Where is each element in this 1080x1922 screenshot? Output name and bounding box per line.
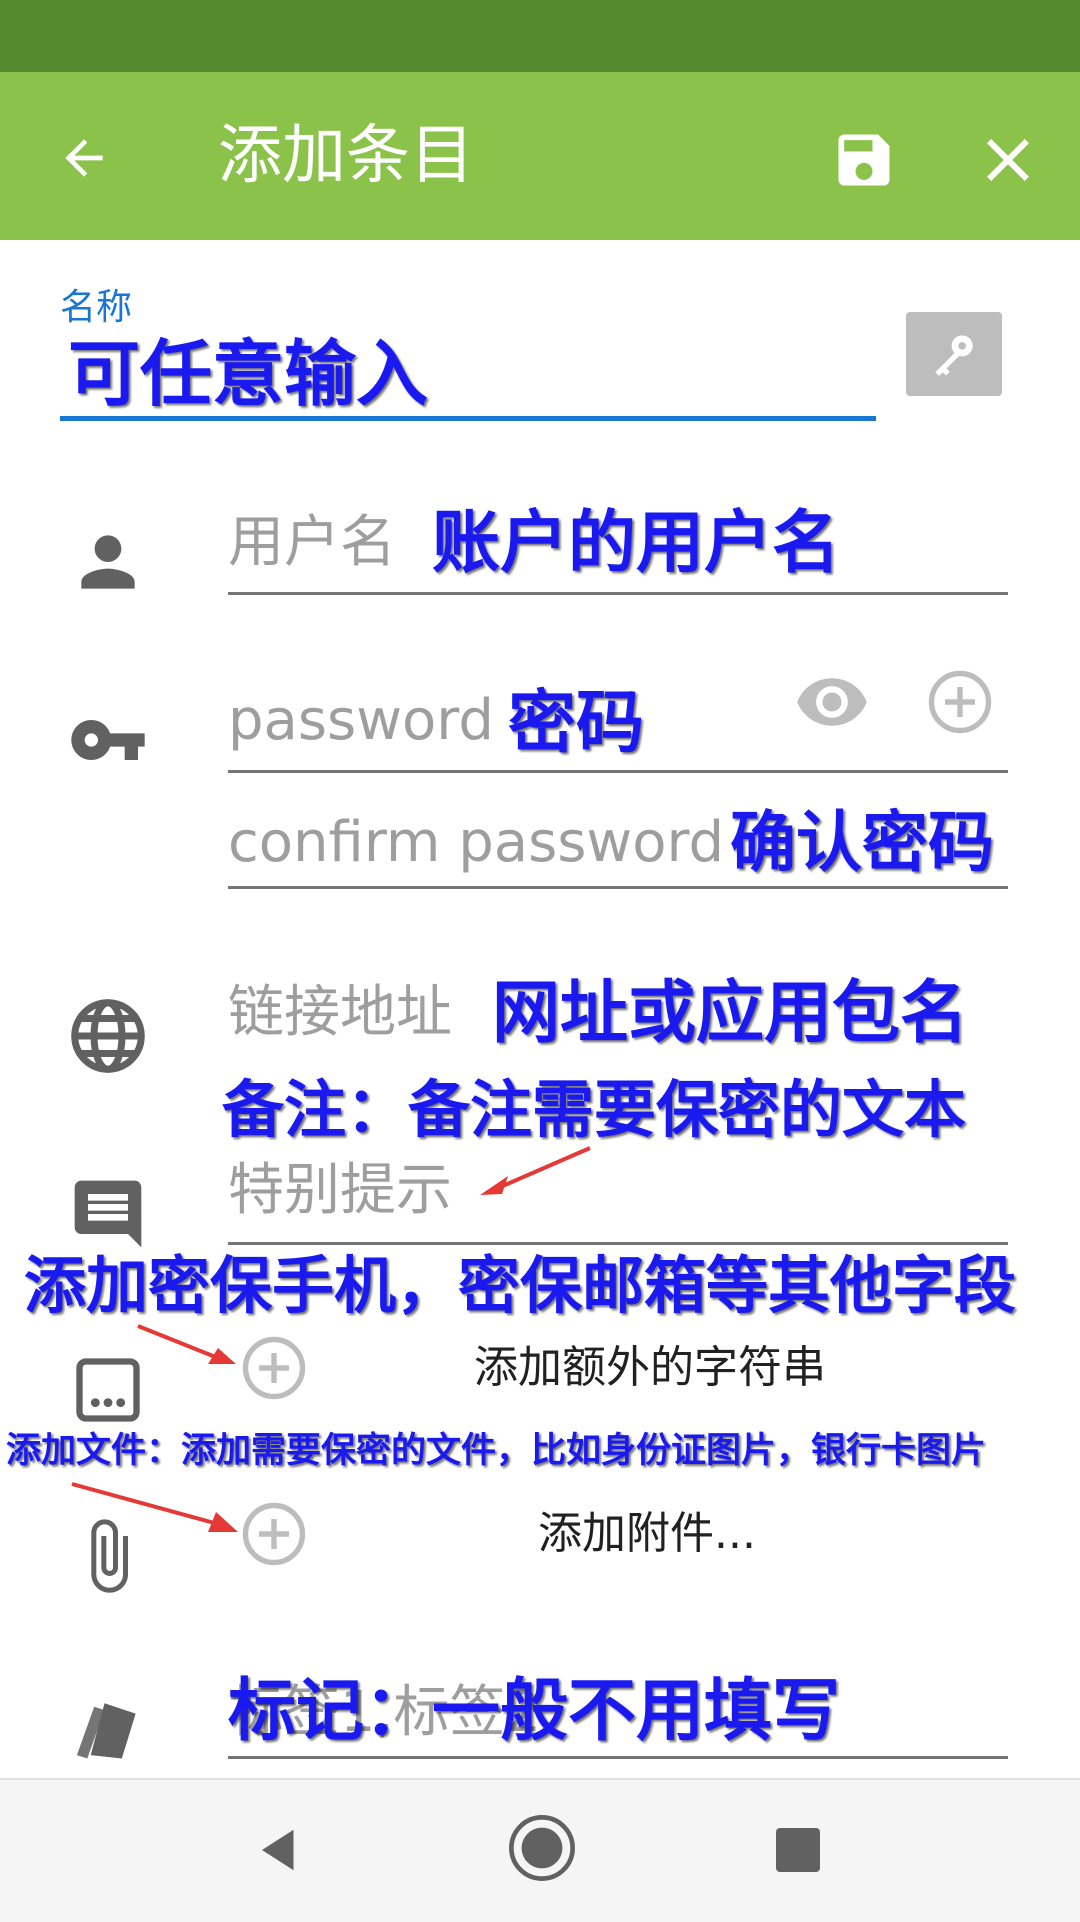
url-input[interactable]: 链接地址 — [228, 978, 452, 1048]
add-circle-icon — [242, 1336, 306, 1400]
eye-icon — [797, 678, 867, 726]
nav-recents-button[interactable] — [758, 1810, 838, 1890]
username-input[interactable]: 用户名 — [228, 508, 396, 578]
close-icon — [987, 139, 1029, 181]
globe-icon — [71, 999, 145, 1073]
password-input[interactable]: password — [228, 686, 494, 756]
tags-annotation: 标记：一般不用填写 — [228, 1671, 841, 1751]
confirm-password-annotation: 确认密码 — [730, 803, 994, 881]
add-attachment-label[interactable]: 添加附件... — [538, 1506, 756, 1562]
extra-strings-arrow — [137, 1324, 236, 1364]
username-annotation: 账户的用户名 — [432, 503, 841, 583]
name-annotation: 可任意输入 — [68, 331, 429, 416]
page-title: 添加条目 — [218, 119, 474, 193]
name-input-underline[interactable] — [60, 416, 876, 421]
add-extra-string-button[interactable] — [234, 1330, 314, 1406]
nav-home-button[interactable] — [500, 1806, 584, 1890]
username-underline — [228, 592, 1008, 595]
circle-home-icon — [509, 1815, 575, 1881]
attachments-annotation: 添加文件：添加需要保密的文件，比如身份证图片，银行卡图片 — [6, 1430, 987, 1471]
save-icon — [838, 134, 890, 186]
status-bar — [0, 0, 1080, 72]
confirm-password-input[interactable]: confirm password — [228, 808, 724, 878]
square-recents-icon — [776, 1828, 820, 1872]
password-annotation: 密码 — [508, 683, 645, 763]
add-circle-icon — [242, 1502, 306, 1566]
tags-underline — [228, 1756, 1008, 1759]
close-button[interactable] — [964, 116, 1052, 204]
triangle-back-icon — [262, 1829, 294, 1871]
add-circle-icon — [928, 670, 992, 734]
key-icon — [935, 335, 973, 376]
notes-underline — [228, 1242, 1008, 1245]
nav-back-button[interactable] — [240, 1810, 320, 1890]
url-annotation: 网址或应用包名 — [492, 973, 969, 1053]
add-password-field-button[interactable] — [918, 662, 1002, 742]
notes-annotation: 备注：备注需要保密的文本 — [222, 1073, 967, 1146]
app-bar — [0, 72, 1080, 240]
notes-input[interactable]: 特别提示 — [228, 1156, 452, 1226]
password-underline — [228, 770, 1008, 773]
back-button[interactable] — [44, 118, 124, 198]
attachments-arrow — [71, 1482, 238, 1532]
notes-arrow — [480, 1146, 591, 1195]
generate-password-button[interactable] — [906, 312, 1002, 396]
add-attachment-button[interactable] — [234, 1496, 314, 1572]
comment-icon — [74, 1180, 142, 1248]
add-extra-string-label[interactable]: 添加额外的字符串 — [474, 1340, 826, 1396]
toggle-visibility-button[interactable] — [790, 664, 874, 740]
name-label: 名称 — [60, 287, 133, 328]
confirm-password-underline — [228, 886, 1008, 889]
arrow-back-icon — [65, 139, 103, 177]
tags-icon — [76, 1703, 136, 1759]
save-button[interactable] — [820, 116, 908, 204]
person-icon — [81, 535, 135, 589]
extra-strings-annotation: 添加密保手机，密保邮箱等其他字段 — [24, 1249, 1017, 1322]
vpn-key-icon — [71, 720, 145, 760]
